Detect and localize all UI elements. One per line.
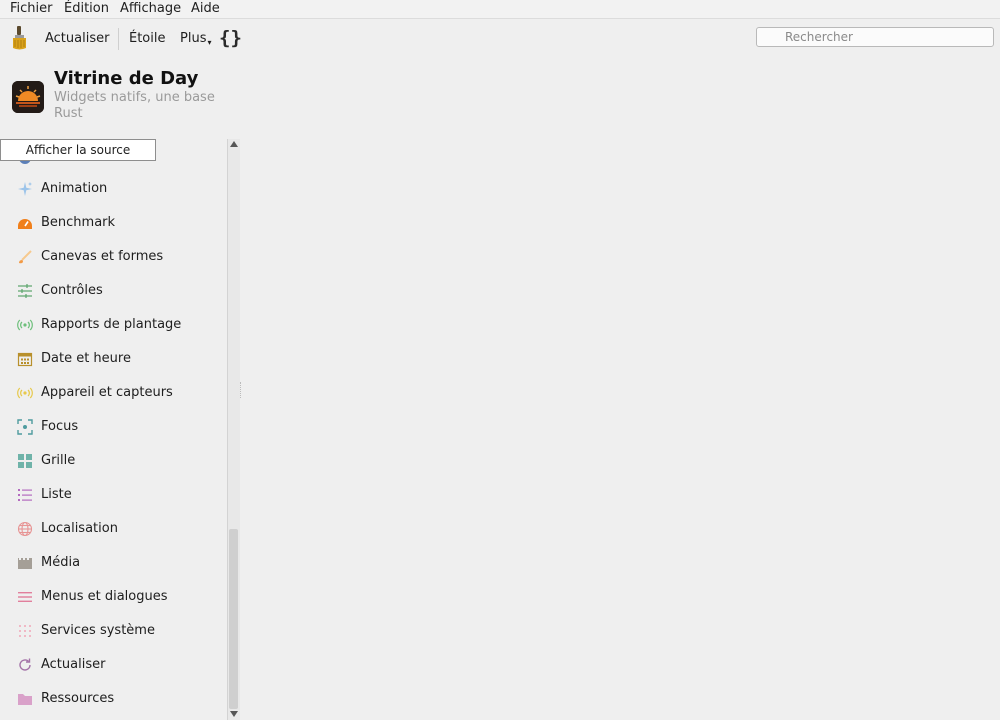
globe-icon	[17, 521, 33, 537]
sidebar: Animation Benchmark Canevas et formes Co…	[0, 139, 227, 720]
focus-icon	[17, 419, 33, 435]
refresh-icon	[19, 658, 31, 671]
sidebar-item-controls[interactable]: Contrôles	[0, 276, 227, 306]
sidebar-item-localization[interactable]: Localisation	[0, 514, 227, 544]
sidebar-scrollbar[interactable]	[227, 139, 240, 720]
search-input[interactable]	[785, 29, 985, 45]
menu-bar: Fichier Édition Affichage Aide	[0, 0, 1000, 19]
sidebar-item-label: Animation	[41, 181, 108, 196]
main-content	[243, 59, 1000, 720]
sidebar-item-grid[interactable]: Grille	[0, 446, 227, 476]
sparkle-icon	[18, 182, 32, 196]
sidebar-item-label: Actualiser	[41, 657, 106, 672]
sidebar-item-list[interactable]: Liste	[0, 480, 227, 510]
grid-icon	[18, 454, 32, 468]
sidebar-item-media[interactable]: Média	[0, 548, 227, 578]
more-button[interactable]: Plus▾	[180, 30, 211, 49]
scroll-down-arrow-icon[interactable]	[230, 711, 238, 717]
sidebar-item-label: Menus et dialogues	[41, 589, 168, 604]
brush-icon[interactable]	[10, 25, 30, 51]
sliders-icon	[18, 284, 32, 298]
sidebar-item-label: Contrôles	[41, 283, 103, 298]
dots-grid-icon	[19, 625, 31, 637]
menu-icon	[18, 592, 32, 602]
menu-affichage[interactable]: Affichage	[120, 1, 181, 17]
toolbar-separator	[118, 28, 119, 50]
sidebar-item-label: Services système	[41, 623, 155, 638]
scroll-thumb[interactable]	[229, 529, 238, 709]
gauge-icon	[18, 219, 32, 229]
sidebar-item-canvas[interactable]: Canevas et formes	[0, 242, 227, 272]
refresh-button[interactable]: Actualiser	[45, 30, 109, 48]
app-title: Vitrine de Day	[54, 68, 199, 89]
sidebar-item-animation[interactable]: Animation	[0, 174, 227, 204]
calendar-icon	[17, 352, 33, 367]
scroll-up-arrow-icon[interactable]	[230, 141, 238, 147]
brush-icon	[19, 250, 32, 264]
sensor-icon	[17, 387, 33, 399]
star-button[interactable]: Étoile	[129, 30, 166, 48]
sidebar-item-resources[interactable]: Ressources	[0, 684, 227, 714]
sidebar-item-label: Localisation	[41, 521, 118, 536]
menu-edition[interactable]: Édition	[64, 1, 109, 17]
film-icon	[18, 558, 32, 569]
sidebar-item-crash-reports[interactable]: Rapports de plantage	[0, 310, 227, 340]
sidebar-item-date-time[interactable]: Date et heure	[0, 344, 227, 374]
sidebar-item-label: Appareil et capteurs	[41, 385, 173, 400]
folder-icon	[18, 694, 32, 705]
sidebar-item-label: Liste	[41, 487, 72, 502]
sidebar-item-label: Date et heure	[41, 351, 131, 366]
search-box[interactable]	[756, 27, 994, 47]
sunrise-icon	[12, 81, 44, 113]
sidebar-item-label: Média	[41, 555, 81, 570]
sidebar-item-menus-dialogs[interactable]: Menus et dialogues	[0, 582, 227, 612]
app-subtitle: Widgets natifs, une base Rust	[54, 90, 215, 121]
sidebar-item-benchmark[interactable]: Benchmark	[0, 208, 227, 238]
sidebar-item-label: Canevas et formes	[41, 249, 164, 264]
sidebar-item-focus[interactable]: Focus	[0, 412, 227, 442]
sidebar-item-label: Focus	[41, 419, 79, 434]
sidebar-item-label: Grille	[41, 453, 76, 468]
sidebar-item-label: Ressources	[41, 691, 115, 706]
list-icon	[18, 489, 32, 501]
sidebar-item-label: Benchmark	[41, 215, 116, 230]
menu-fichier[interactable]: Fichier	[10, 1, 53, 17]
braces-icon[interactable]: {}	[219, 27, 242, 49]
broadcast-icon	[17, 319, 33, 331]
sidebar-item-label: Rapports de plantage	[41, 317, 182, 332]
chevron-down-icon: ▾	[207, 38, 212, 47]
sidebar-item-device-sensors[interactable]: Appareil et capteurs	[0, 378, 227, 408]
more-label: Plus	[180, 31, 207, 46]
app-logo	[12, 81, 44, 113]
sidebar-item-system-services[interactable]: Services système	[0, 616, 227, 646]
menu-aide[interactable]: Aide	[191, 1, 220, 17]
sidebar-item-refresh[interactable]: Actualiser	[0, 650, 227, 680]
tooltip: Afficher la source	[0, 139, 156, 161]
